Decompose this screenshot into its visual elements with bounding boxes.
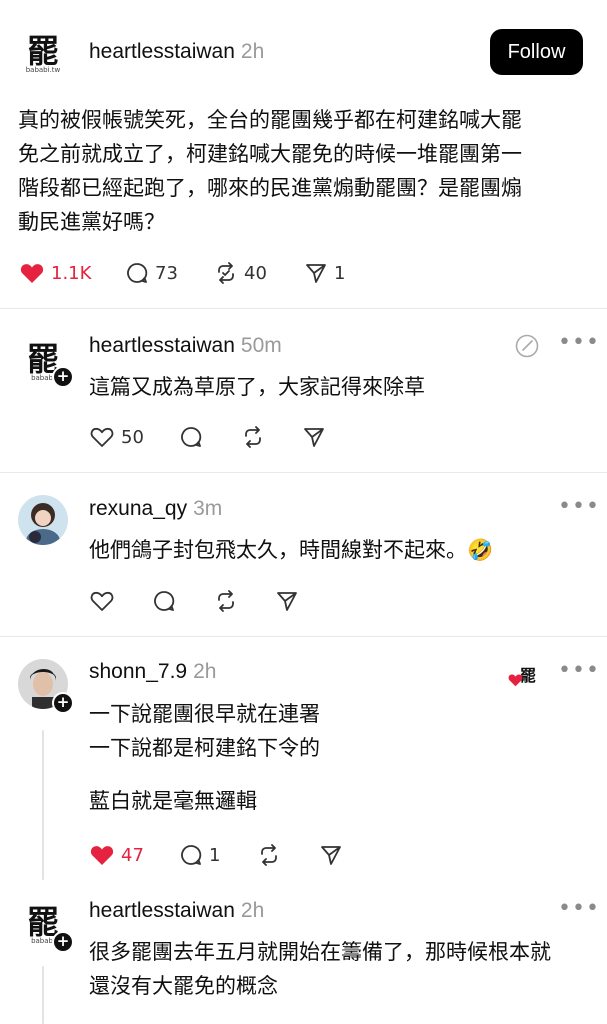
post-avatar[interactable]: 罷 bababi.tw <box>18 29 68 79</box>
comment-icon <box>181 845 202 865</box>
repost-icon <box>245 426 261 448</box>
reply-avatar[interactable] <box>18 495 68 545</box>
comment-button[interactable]: 73 <box>126 262 178 284</box>
divider <box>0 308 607 309</box>
more-options-icon[interactable]: ••• <box>558 898 600 920</box>
repost-icon <box>218 262 234 284</box>
send-icon <box>277 592 297 611</box>
reply-username[interactable]: heartlesstaiwan <box>89 899 235 922</box>
reply-text-line: 還沒有大罷免的概念 <box>89 974 278 998</box>
more-options-icon[interactable]: ••• <box>558 660 600 682</box>
comment-count: 73 <box>155 262 178 284</box>
repost-icon <box>261 844 277 866</box>
like-button[interactable]: 1.1K <box>20 262 91 284</box>
heart-icon <box>90 591 114 611</box>
reply-time: 2h <box>240 899 265 922</box>
post-username[interactable]: heartlesstaiwan <box>89 40 235 63</box>
post-text-line: 階段都已經起跑了，哪來的民進黨煽動罷團？是罷團煽 <box>18 176 522 200</box>
reply-header: shonn_7.9 2h <box>89 660 216 684</box>
follow-button[interactable]: Follow <box>490 29 583 75</box>
user-photo-icon <box>18 495 68 545</box>
reply-header: rexuna_qy 3m <box>89 497 222 521</box>
like-count: 1.1K <box>51 262 92 284</box>
reply-text-line: 一下說都是柯建銘下令的 <box>89 736 320 760</box>
avatar-logo-sub: bababi.tw <box>25 65 61 74</box>
thread-line <box>42 730 44 880</box>
more-options-icon[interactable]: ••• <box>558 332 600 354</box>
post-header: heartlesstaiwan 2h <box>89 40 264 64</box>
reply-header: heartlesstaiwan 2h <box>89 899 264 923</box>
avatar-logo-glyph: 罷 <box>26 902 59 941</box>
reply-username[interactable]: heartlesstaiwan <box>89 334 235 357</box>
reply-text-line: 一下說罷團很早就在連署 <box>89 702 320 726</box>
comment-button[interactable]: 1 <box>180 844 220 866</box>
comment-button[interactable] <box>180 426 202 452</box>
share-button[interactable]: 1 <box>305 262 345 284</box>
reply-body-paragraph: 藍白就是毫無邏輯 <box>89 784 257 818</box>
repost-button[interactable] <box>242 426 264 452</box>
repost-button[interactable] <box>258 844 280 870</box>
reply-body: 他們鴿子封包飛太久，時間線對不起來。🤣 <box>89 533 493 567</box>
reply-time: 2h <box>193 660 217 683</box>
reply-text-line: 他們鴿子封包飛太久，時間線對不起來。🤣 <box>89 538 494 562</box>
reply-body: 這篇又成為草原了，大家記得來除草 <box>89 370 425 404</box>
reply-username[interactable]: shonn_7.9 <box>89 660 187 683</box>
heart-icon <box>90 427 114 447</box>
send-icon <box>304 428 324 447</box>
reply-body: 一下說罷團很早就在連署 一下說都是柯建銘下令的 <box>89 697 320 765</box>
share-button[interactable] <box>303 426 325 452</box>
reply-time: 50m <box>240 334 282 357</box>
comment-button[interactable] <box>153 590 175 616</box>
divider <box>0 636 607 637</box>
reply-username[interactable]: rexuna_qy <box>89 497 187 520</box>
heart-filled-icon <box>90 846 114 865</box>
like-button[interactable]: 50 <box>90 426 144 448</box>
share-button[interactable] <box>276 590 298 616</box>
reply-header: heartlesstaiwan 50m <box>89 334 282 358</box>
follow-plus-icon[interactable]: + <box>52 366 74 388</box>
liked-by-author-badge: 罷 <box>508 662 538 688</box>
post-text-line: 動民進黨好嗎？ <box>18 210 165 234</box>
reply-text-line: 藍白就是毫無邏輯 <box>89 789 257 813</box>
follow-plus-icon[interactable]: + <box>52 931 74 953</box>
post-text-line: 真的被假帳號笑死，全台的罷團幾乎都在柯建銘喊大罷 <box>18 108 522 132</box>
comment-icon <box>181 427 202 447</box>
send-icon <box>321 846 341 865</box>
like-count: 47 <box>121 844 144 866</box>
post-text-line: 免之前就成立了，柯建銘喊大罷免的時候一堆罷團第一 <box>18 142 522 166</box>
share-button[interactable] <box>320 844 342 870</box>
like-button[interactable] <box>90 590 114 616</box>
reply-text-line: 這篇又成為草原了，大家記得來除草 <box>89 375 425 399</box>
send-icon <box>306 264 326 283</box>
comment-icon <box>127 263 148 283</box>
avatar-logo-glyph: 罷 <box>26 31 59 70</box>
reply-body: 很多罷團去年五月就開始在籌備了，那時候根本就 還沒有大罷免的概念 <box>89 935 599 1003</box>
edit-icon[interactable] <box>514 333 540 363</box>
heart-filled-icon <box>20 264 44 283</box>
follow-plus-icon[interactable]: + <box>52 692 74 714</box>
comment-icon <box>154 591 175 611</box>
reply-time: 3m <box>193 497 223 520</box>
divider <box>0 472 607 473</box>
like-count: 50 <box>121 426 144 448</box>
heart-filled-icon <box>508 674 523 687</box>
repost-count: 40 <box>244 262 267 284</box>
repost-button[interactable] <box>215 590 237 616</box>
repost-button[interactable]: 40 <box>215 262 267 284</box>
share-count: 1 <box>334 262 346 284</box>
repost-icon <box>218 590 234 612</box>
post-body: 真的被假帳號笑死，全台的罷團幾乎都在柯建銘喊大罷 免之前就成立了，柯建銘喊大罷免… <box>18 103 598 239</box>
more-options-icon[interactable]: ••• <box>558 496 600 518</box>
post-time: 2h <box>240 40 265 63</box>
thread-line <box>42 966 44 1024</box>
comment-count: 1 <box>209 844 221 866</box>
reply-text-line: 很多罷團去年五月就開始在籌備了，那時候根本就 <box>89 940 551 964</box>
like-button[interactable]: 47 <box>90 844 144 866</box>
